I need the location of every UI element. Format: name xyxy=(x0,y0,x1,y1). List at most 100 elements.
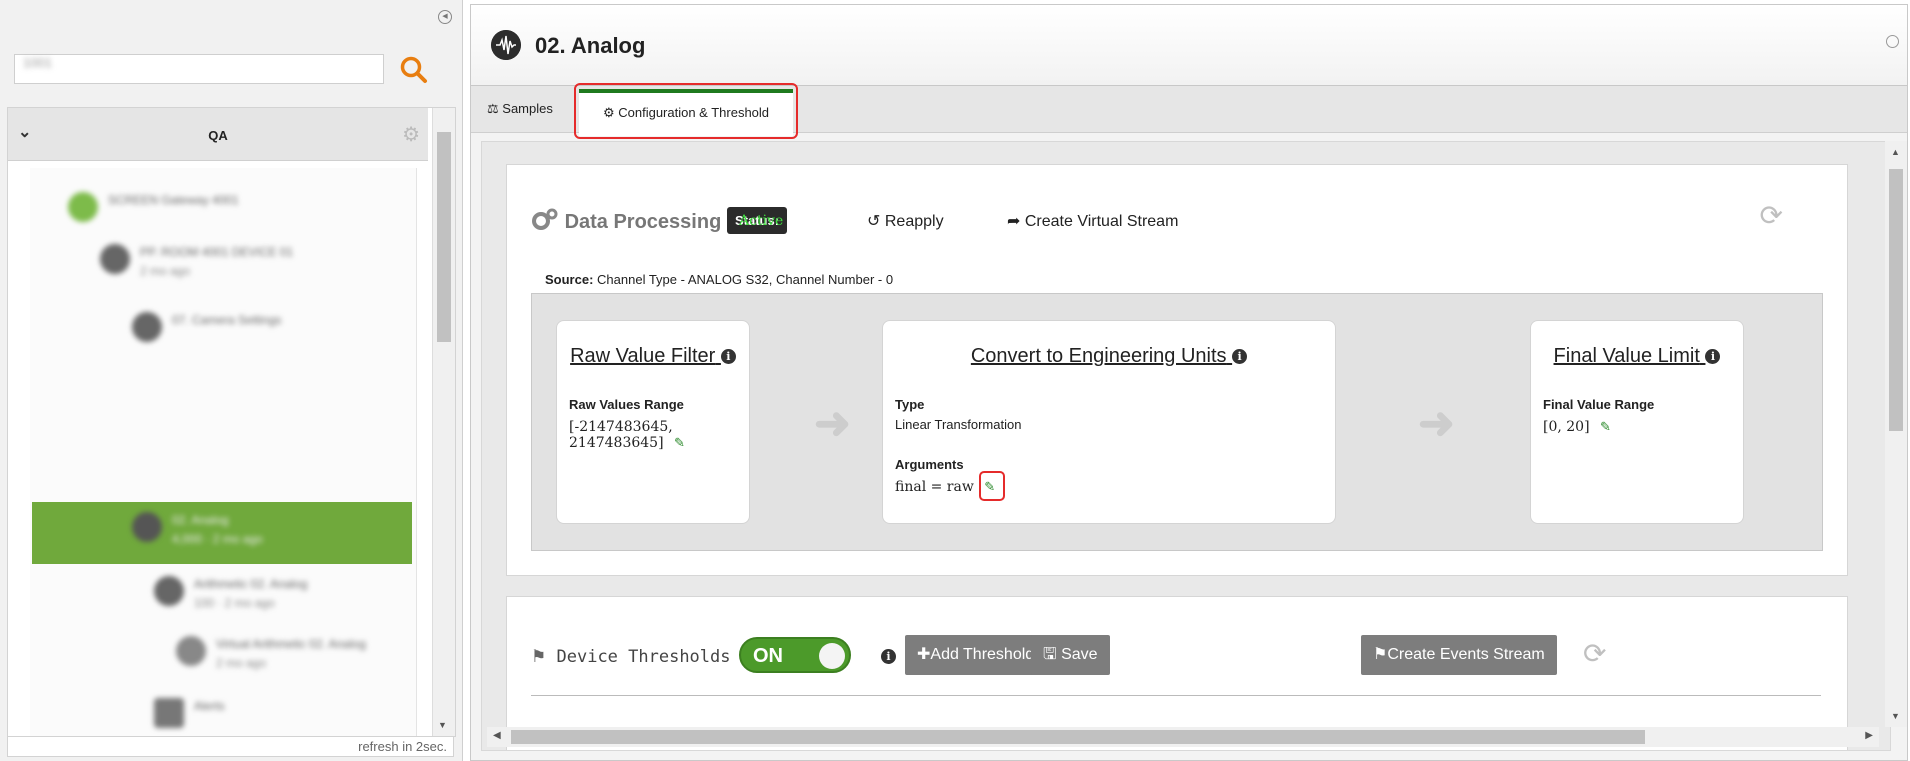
raw-range-value-row: [-2147483645, 2147483645] ✎ xyxy=(569,419,749,451)
scroll-up-icon[interactable]: ▲ xyxy=(1891,147,1900,157)
info-icon[interactable]: i xyxy=(720,349,736,364)
toggle-label: ON xyxy=(753,645,783,667)
data-processing-heading: Data Processing xyxy=(531,207,721,234)
share-icon: ➦ xyxy=(1007,213,1021,230)
content-vertical-scrollbar[interactable]: ▲ ▼ xyxy=(1885,141,1907,727)
refresh-status: refresh in 2sec. xyxy=(7,737,454,757)
node-icon xyxy=(176,636,206,666)
type-label: Type xyxy=(895,397,925,412)
gears-icon xyxy=(532,208,558,230)
info-icon[interactable]: i xyxy=(881,649,896,664)
tree-node[interactable]: Arithmetic 02. Analog 100 · 2 mo ago xyxy=(154,572,394,618)
collapse-panel-icon[interactable]: ◀ xyxy=(438,10,452,24)
info-icon[interactable]: i xyxy=(1705,349,1721,364)
scroll-down-icon[interactable]: ▼ xyxy=(438,720,447,730)
save-button[interactable]: 🖫 Save xyxy=(1031,635,1110,675)
source-info: Source: Channel Type - ANALOG S32, Chann… xyxy=(545,272,893,287)
title-bar: 02. Analog xyxy=(471,5,1907,86)
node-label: Alerts xyxy=(194,699,225,713)
thresholds-toggle[interactable]: ON xyxy=(739,637,851,673)
scroll-right-icon[interactable]: ▶ xyxy=(1865,730,1873,741)
convert-units-title: Convert to Engineering Units i xyxy=(883,345,1335,368)
pencil-icon[interactable]: ✎ xyxy=(1600,420,1611,435)
create-virtual-stream-button[interactable]: ➦ Create Virtual Stream xyxy=(1007,211,1178,231)
tree-node[interactable]: Virtual Arithmetic 02. Analog 2 mo ago xyxy=(176,632,406,678)
create-events-stream-button[interactable]: ⚑Create Events Stream xyxy=(1361,635,1557,675)
raw-value-filter-box: Raw Value Filter i Raw Values Range [-21… xyxy=(556,320,750,524)
source-value: Channel Type - ANALOG S32, Channel Numbe… xyxy=(597,272,894,287)
highlight-box-tab xyxy=(574,83,798,139)
page-title: 02. Analog xyxy=(535,33,646,58)
status-badge: Status: Active xyxy=(727,207,788,234)
raw-value-filter-title-text: Raw Value Filter xyxy=(570,345,716,367)
left-panel: ◀ 1001 ⌄ QA ⚙ SCREEN Gateway 4001 PP. RO… xyxy=(0,0,463,761)
tree-header-label: QA xyxy=(208,128,228,143)
reapply-button[interactable]: ↺ Reapply xyxy=(867,211,944,231)
scroll-down-icon[interactable]: ▼ xyxy=(1891,711,1900,721)
plus-icon: ✚ xyxy=(917,646,931,663)
node-sublabel: 100 · 2 mo ago xyxy=(194,596,275,610)
tab-samples[interactable]: ⚖ Samples xyxy=(487,86,553,132)
add-threshold-label: Add Threshold xyxy=(930,646,1035,663)
arrow-right-icon: ➜ xyxy=(1418,399,1455,448)
status-value: Active xyxy=(739,213,784,229)
device-thresholds-title: Device Thresholds xyxy=(556,647,731,667)
create-events-stream-label: Create Events Stream xyxy=(1387,646,1545,663)
tree-header: ⌄ QA ⚙ xyxy=(8,108,428,161)
final-value-limit-title: Final Value Limit i xyxy=(1531,345,1743,368)
refresh-icon[interactable]: ⟳ xyxy=(1760,199,1783,232)
flag-icon: ⚑ xyxy=(1373,646,1388,663)
search-icon[interactable] xyxy=(398,54,430,86)
node-label: 02. Analog xyxy=(172,513,229,527)
data-processing-title: Data Processing xyxy=(564,211,722,233)
highlight-box-pencil xyxy=(979,471,1005,501)
convert-units-box: Convert to Engineering Units i Type Line… xyxy=(882,320,1336,524)
tree-node[interactable]: SCREEN Gateway 4001 xyxy=(68,188,398,234)
tree-list: SCREEN Gateway 4001 PP. ROOM 4001 DEVICE… xyxy=(30,168,417,736)
node-label: SCREEN Gateway 4001 xyxy=(108,193,239,207)
type-value: Linear Transformation xyxy=(895,417,1022,432)
arguments-label: Arguments xyxy=(895,457,964,472)
scroll-left-icon[interactable]: ◀ xyxy=(493,730,501,741)
source-label: Source: xyxy=(545,272,594,287)
scroll-thumb[interactable] xyxy=(511,730,1645,744)
convert-units-title-text: Convert to Engineering Units xyxy=(970,345,1227,367)
final-range-value: [0, 20] xyxy=(1543,419,1590,435)
info-icon[interactable]: i xyxy=(1232,349,1248,364)
toggle-knob xyxy=(819,643,845,669)
floppy-icon: 🖫 xyxy=(1043,646,1057,663)
gear-icon[interactable]: ⚙ xyxy=(402,122,420,147)
final-range-value-row: [0, 20] ✎ xyxy=(1543,419,1611,435)
content-horizontal-scrollbar[interactable]: ◀ ▶ xyxy=(487,727,1879,747)
save-label: Save xyxy=(1061,646,1098,663)
add-threshold-button[interactable]: ✚Add Threshold xyxy=(905,635,1047,675)
tree-node[interactable]: Alerts xyxy=(154,694,354,736)
pencil-icon[interactable]: ✎ xyxy=(674,436,685,451)
final-range-label: Final Value Range xyxy=(1543,397,1655,412)
tree-node-selected[interactable]: 02. Analog 4,000 · 2 mo ago xyxy=(132,508,392,554)
divider xyxy=(531,695,1821,696)
tree-node[interactable]: PP. ROOM 4001 DEVICE 01 2 mo ago xyxy=(100,240,400,286)
scroll-thumb[interactable] xyxy=(437,132,451,342)
device-thresholds-heading: ⚑ Device Thresholds xyxy=(531,647,731,667)
tree-node[interactable]: 07. Camera Settings xyxy=(132,308,392,354)
node-icon xyxy=(132,312,162,342)
arrow-right-icon: ➜ xyxy=(814,399,851,448)
search-value: 1001 xyxy=(23,55,52,70)
flask-icon: ⚖ xyxy=(487,101,499,116)
node-icon xyxy=(68,192,98,222)
main-panel: 02. Analog ⚖ Samples ⚙ Configuration & T… xyxy=(470,4,1908,761)
create-virtual-stream-label: Create Virtual Stream xyxy=(1024,213,1179,230)
node-label: 07. Camera Settings xyxy=(172,313,282,327)
search-input[interactable]: 1001 xyxy=(14,54,384,84)
refresh-icon[interactable]: ⟳ xyxy=(1583,637,1606,670)
tree-scrollbar[interactable]: ▼ xyxy=(432,108,455,736)
reapply-label: Reapply xyxy=(884,213,944,230)
raw-value-filter-title: Raw Value Filter i xyxy=(557,345,749,368)
raw-range-label: Raw Values Range xyxy=(569,397,684,412)
options-icon[interactable] xyxy=(1886,35,1899,48)
final-value-limit-title-text: Final Value Limit xyxy=(1553,345,1700,367)
node-icon xyxy=(154,576,184,606)
scroll-thumb[interactable] xyxy=(1889,169,1903,431)
flag-icon: ⚑ xyxy=(531,647,547,667)
